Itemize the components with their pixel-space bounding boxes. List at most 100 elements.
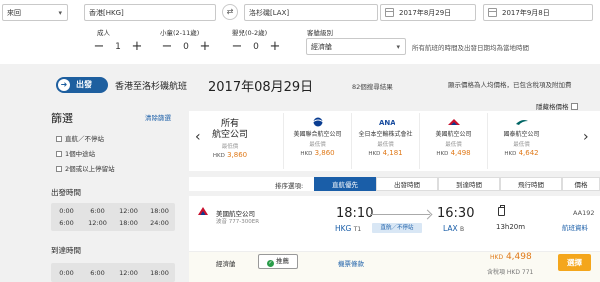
time-cell: 18:00 — [150, 207, 169, 215]
airline-carousel: ‹ › 美國聯合航空公司 最低價 HKD 3,860 ANA 全日本空輸株式會社… — [189, 111, 600, 171]
plus-icon[interactable]: + — [130, 38, 144, 55]
child-label-text: 小童 — [160, 29, 173, 37]
currency: HKD — [212, 153, 225, 159]
clear-filters-link[interactable]: 清除篩選 — [145, 112, 171, 122]
sort-depart-time[interactable]: 出發時間 — [376, 177, 438, 191]
flight-duration: 13h20m — [496, 223, 526, 231]
recommend-badge: ✓ 推薦 — [258, 254, 298, 269]
adult-stepper: − 1 + — [92, 38, 144, 55]
stop-filter-one[interactable]: 1個中途站 — [56, 148, 95, 158]
currency: HKD — [436, 151, 449, 157]
time-cell: 6:00 — [59, 219, 74, 227]
child-label: 小童(2-11歲) — [160, 27, 199, 37]
origin-input[interactable]: 香港[HKG] — [84, 4, 216, 21]
sort-duration[interactable]: 飛行時間 — [500, 177, 562, 191]
airport-code: HKG — [335, 224, 352, 233]
sort-arrive-time[interactable]: 到達時間 — [438, 177, 500, 191]
child-age-note: (2-11歲) — [173, 29, 200, 37]
filter-title: 篩選 — [51, 112, 73, 125]
arrive-time-grid[interactable]: 0:00 6:00 12:00 18:00 — [51, 263, 175, 282]
baggage-icon — [498, 205, 505, 216]
class-label: 客艙級別 — [307, 29, 333, 37]
stop-filter-direct[interactable]: 直航／不停站 — [56, 133, 104, 143]
swap-route-icon[interactable]: ⇄ — [222, 4, 238, 20]
time-cell: 12:00 — [88, 219, 107, 227]
return-date-input[interactable]: 2017年9月8日 — [483, 4, 593, 21]
infant-stepper: − 0 + — [230, 38, 282, 55]
united-logo-icon — [284, 117, 351, 127]
infant-count: 0 — [253, 41, 259, 52]
fare-price: HKD 4,498 — [490, 252, 532, 262]
origin-value: 香港[HKG] — [89, 9, 124, 17]
airline-price: HKD 4,642 — [488, 149, 555, 157]
checkbox[interactable] — [570, 103, 578, 110]
airline-filter-all[interactable]: 所有 航空公司 最低價 HKD 3,860 — [210, 119, 250, 159]
calendar-icon — [488, 8, 497, 17]
stop-label: 1個中途站 — [65, 150, 96, 158]
airline-filter-cathay[interactable]: 國泰航空公司 最低價 HKD 4,642 — [487, 113, 555, 169]
stop-filter-two-plus[interactable]: 2個或以上停留站 — [56, 163, 115, 173]
chevron-left-icon[interactable]: ‹ — [195, 129, 201, 145]
route-title: 香港至洛杉磯航班 — [115, 82, 188, 92]
flight-number: AA192 — [573, 209, 595, 217]
hidden-price-toggle[interactable]: 隱藏格價格 — [536, 101, 578, 111]
calendar-icon — [385, 8, 394, 17]
sort-direct-first[interactable]: 直航優先 — [314, 177, 376, 191]
arrow-right-icon: ➜ — [58, 79, 70, 91]
currency: HKD — [300, 151, 313, 157]
checkbox[interactable] — [56, 166, 62, 172]
plus-icon[interactable]: + — [198, 38, 212, 55]
time-row: 0:00 6:00 12:00 18:00 — [51, 205, 175, 217]
filter-sidebar — [0, 104, 185, 282]
depart-date-input[interactable]: 2017年8月29日 — [380, 4, 476, 21]
checkbox[interactable] — [56, 151, 62, 157]
depart-time-grid[interactable]: 0:00 6:00 12:00 18:00 6:00 12:00 18:00 24:00 — [51, 203, 175, 231]
from-label: 最低價 — [309, 142, 326, 148]
return-date-value: 2017年9月8日 — [502, 9, 550, 17]
all-airlines-price: HKD 3,860 — [210, 151, 250, 159]
checkbox[interactable] — [56, 136, 62, 142]
cabin-class-select[interactable]: 經濟艙 ▾ — [306, 38, 406, 55]
chevron-right-icon[interactable]: › — [583, 129, 589, 145]
child-count: 0 — [183, 41, 189, 52]
airline-filter-united[interactable]: 美國聯合航空公司 最低價 HKD 3,860 — [283, 113, 351, 169]
time-cell: 0:00 — [59, 269, 74, 277]
infant-label: 嬰兒(0-2歲) — [232, 27, 267, 37]
all-airlines-label: 所有 — [220, 119, 239, 129]
time-cell: 6:00 — [90, 207, 105, 215]
hidden-price-label: 隱藏格價格 — [536, 103, 569, 111]
fare-footer — [189, 251, 600, 282]
cabin-class-value: 經濟艙 — [311, 43, 332, 51]
time-cell: 0:00 — [59, 207, 74, 215]
from-label: 最低價 — [221, 144, 239, 150]
price-value: 4,498 — [450, 149, 471, 157]
minus-icon[interactable]: − — [230, 38, 244, 55]
thumbs-up-icon: ✓ — [267, 260, 274, 267]
fare-terms-link[interactable]: 機票條款 — [338, 258, 364, 268]
adult-label: 成人 — [97, 29, 110, 37]
flight-details-link[interactable]: 航班資料 — [562, 222, 588, 232]
arrive-airport: LAX B — [443, 224, 464, 233]
destination-value: 洛杉磯[LAX] — [249, 9, 290, 17]
trip-type-select[interactable]: 來回 ▾ — [2, 4, 68, 21]
chevron-down-icon: ▾ — [58, 9, 62, 17]
route-date: 2017年08月29日 — [208, 80, 314, 95]
from-label: 最低價 — [445, 142, 462, 148]
destination-input[interactable]: 洛杉磯[LAX] — [244, 4, 378, 21]
minus-icon[interactable]: − — [160, 38, 174, 55]
local-time-note: 所有航班的時間及出發日期均為當地時間 — [412, 44, 529, 52]
depart-badge: ➜ 出發 — [56, 77, 108, 93]
svg-text:ANA: ANA — [379, 119, 395, 127]
airline-filter-american[interactable]: 美國航空公司 最低價 HKD 4,498 — [419, 113, 487, 169]
minus-icon[interactable]: − — [92, 38, 106, 55]
select-button[interactable]: 選擇 — [558, 254, 591, 271]
price-note: 顯示價格為人均價格，已包含稅項及附加費 — [448, 81, 572, 89]
time-cell: 18:00 — [119, 219, 138, 227]
plus-icon[interactable]: + — [268, 38, 282, 55]
airline-filter-ana[interactable]: ANA 全日本空輸株式會社 最低價 HKD 4,181 — [351, 113, 419, 169]
sort-price[interactable]: 價格 — [562, 177, 600, 191]
american-logo-icon — [420, 117, 487, 127]
airline-name: 美國聯合航空公司 — [293, 131, 342, 138]
depart-date-value: 2017年8月29日 — [399, 9, 452, 17]
arrive-time-title: 到達時間 — [51, 246, 81, 255]
